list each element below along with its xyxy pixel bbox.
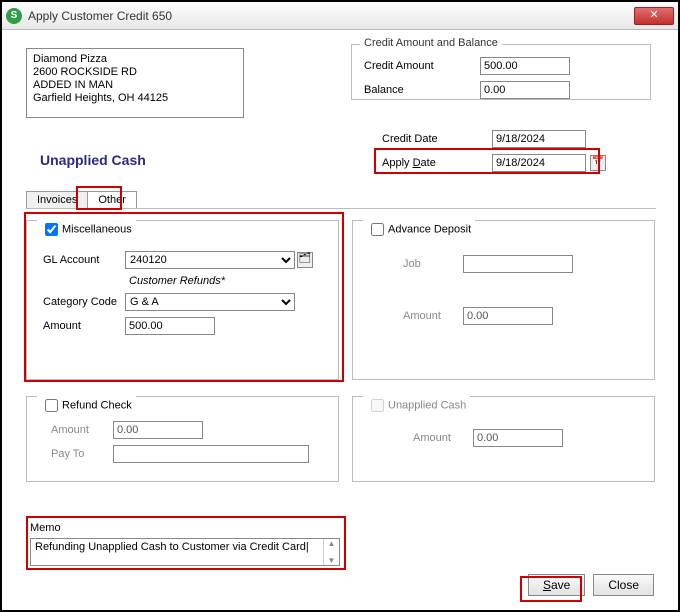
button-bar: Save Close — [528, 574, 654, 596]
gl-account-select[interactable]: 240120 — [125, 251, 295, 269]
adv-deposit-title: Advance Deposit — [363, 220, 475, 239]
scroll-down-icon[interactable]: ▼ — [324, 556, 339, 565]
save-button[interactable]: Save — [528, 574, 585, 596]
tab-divider — [26, 208, 656, 209]
misc-checkbox[interactable] — [45, 223, 58, 236]
refund-check-title: Refund Check — [37, 396, 136, 415]
calendar-icon[interactable]: 📅 — [590, 155, 606, 171]
refund-check-checkbox[interactable] — [45, 399, 58, 412]
balance-field — [480, 81, 570, 99]
adv-amount-field — [463, 307, 553, 325]
memo-label: Memo — [30, 522, 61, 534]
memo-scrollbar[interactable]: ▲ ▼ — [323, 539, 339, 565]
credit-date-field[interactable] — [492, 130, 586, 148]
tab-invoices[interactable]: Invoices — [26, 191, 88, 208]
customer-line1: Diamond Pizza — [33, 53, 237, 66]
misc-group-label: Miscellaneous — [62, 223, 132, 235]
refund-payto-field — [113, 445, 309, 463]
close-button[interactable]: Close — [593, 574, 654, 596]
credit-group: Credit Amount and Balance Credit Amount … — [351, 44, 651, 100]
unapplied-cash-title: Unapplied Cash — [363, 396, 470, 415]
customer-address-box: Diamond Pizza 2600 ROCKSIDE RD ADDED IN … — [26, 48, 244, 118]
misc-group: Miscellaneous GL Account 240120 🗂 Custom… — [26, 220, 339, 380]
unapplied-cash-group: Unapplied Cash Amount — [352, 396, 655, 482]
unapp-amount-label: Amount — [413, 432, 473, 444]
tab-other[interactable]: Other — [87, 191, 137, 208]
window-title: Apply Customer Credit 650 — [28, 9, 634, 23]
gl-lookup-icon[interactable]: 🗂 — [297, 252, 313, 268]
misc-amount-label: Amount — [43, 320, 125, 332]
unapplied-cash-label: Unapplied Cash — [388, 399, 466, 411]
refund-amount-label: Amount — [51, 424, 113, 436]
memo-textarea[interactable] — [31, 539, 323, 565]
titlebar: S Apply Customer Credit 650 ✕ — [2, 2, 678, 30]
credit-amount-field — [480, 57, 570, 75]
refund-amount-field — [113, 421, 203, 439]
credit-date-label: Credit Date — [382, 133, 492, 145]
adv-deposit-group: Advance Deposit Job Amount — [352, 220, 655, 380]
customer-line2: 2600 ROCKSIDE RD — [33, 66, 237, 79]
adv-job-label: Job — [403, 258, 463, 270]
adv-deposit-label: Advance Deposit — [388, 223, 471, 235]
misc-amount-field[interactable] — [125, 317, 215, 335]
customer-line3: ADDED IN MAN — [33, 79, 237, 92]
window-close-button[interactable]: ✕ — [634, 7, 674, 25]
apply-date-label: Apply Date — [382, 157, 492, 169]
adv-deposit-checkbox[interactable] — [371, 223, 384, 236]
app-icon: S — [6, 8, 22, 24]
refund-check-label: Refund Check — [62, 399, 132, 411]
balance-label: Balance — [364, 84, 480, 96]
credit-amount-label: Credit Amount — [364, 60, 480, 72]
refund-check-group: Refund Check Amount Pay To — [26, 396, 339, 482]
apply-date-row: Apply Date 📅 — [382, 154, 606, 172]
unapp-amount-field — [473, 429, 563, 447]
scroll-up-icon[interactable]: ▲ — [324, 539, 339, 548]
unapplied-cash-checkbox — [371, 399, 384, 412]
apply-date-field[interactable] — [492, 154, 586, 172]
customer-line4: Garfield Heights, OH 44125 — [33, 92, 237, 105]
credit-group-label: Credit Amount and Balance — [360, 37, 502, 49]
category-code-label: Category Code — [43, 296, 125, 308]
gl-account-desc: Customer Refunds* — [129, 275, 225, 287]
credit-date-row: Credit Date — [382, 130, 586, 148]
gl-account-label: GL Account — [43, 254, 125, 266]
section-title: Unapplied Cash — [40, 152, 146, 168]
adv-job-field — [463, 255, 573, 273]
adv-amount-label: Amount — [403, 310, 463, 322]
refund-payto-label: Pay To — [51, 448, 113, 460]
memo-box: ▲ ▼ — [30, 538, 340, 566]
tabs: Invoices Other — [26, 190, 136, 207]
category-code-select[interactable]: G & A — [125, 293, 295, 311]
misc-group-title: Miscellaneous — [37, 220, 136, 239]
